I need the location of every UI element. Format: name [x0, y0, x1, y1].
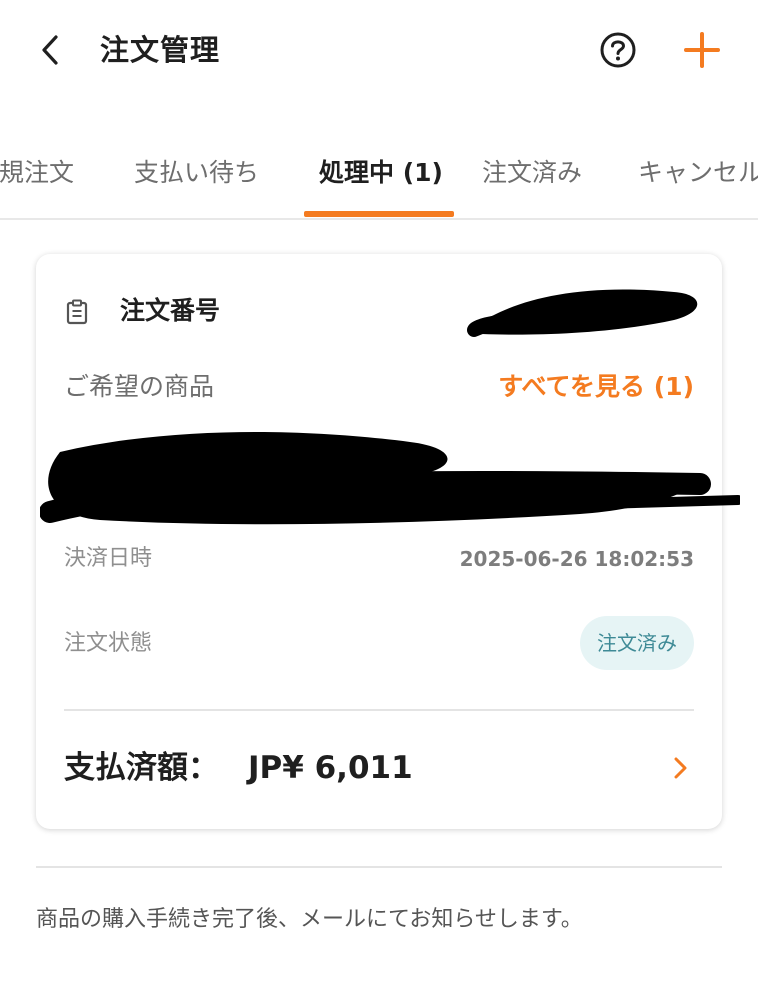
redacted-product-info — [40, 431, 740, 525]
document-icon — [66, 299, 88, 325]
tab-new-orders[interactable]: 新規注文 — [0, 156, 74, 190]
paid-amount-value: JP¥ 6,011 — [248, 750, 413, 786]
order-number-label: 注文番号 — [120, 296, 221, 325]
paid-amount-label: 支払済額： — [64, 750, 219, 786]
add-button[interactable] — [680, 28, 724, 72]
back-arrow-icon — [42, 35, 58, 65]
paid-amount-row[interactable]: 支払済額： JP¥ 6,011 — [36, 710, 722, 829]
plus-icon — [684, 32, 720, 68]
help-button[interactable] — [596, 28, 640, 72]
footer-note: 商品の購入手続き完了後、メールにてお知らせします。 — [36, 907, 583, 932]
tab-processing[interactable]: 処理中 (1) — [319, 156, 443, 190]
order-card[interactable]: 注文番号 ご希望の商品 すべてを見る (1) 決済日時 2025-06-26 1… — [36, 254, 740, 829]
active-tab-indicator — [304, 211, 454, 217]
tab-cancelled[interactable]: キャンセル — [638, 156, 758, 190]
section-divider — [36, 866, 722, 868]
order-status-label: 注文状態 — [64, 631, 153, 656]
see-all-link[interactable]: すべてを見る (1) — [498, 370, 694, 404]
status-badge: 注文済み — [580, 616, 694, 670]
payment-date-value: 2025-06-26 18:02:53 — [459, 547, 694, 571]
back-button[interactable] — [32, 28, 72, 72]
preferred-items-label: ご希望の商品 — [64, 372, 215, 401]
help-icon — [600, 32, 636, 68]
order-status-tabs: 新規注文 支払い待ち 処理中 (1) 注文済み キャンセル — [0, 140, 758, 220]
chevron-right-icon — [668, 752, 692, 784]
tab-ordered[interactable]: 注文済み — [482, 156, 582, 190]
payment-date-label: 決済日時 — [64, 546, 153, 571]
page-title: 注文管理 — [100, 33, 221, 67]
app-header: 注文管理 — [0, 0, 758, 100]
tab-awaiting-payment[interactable]: 支払い待ち — [134, 156, 259, 190]
redacted-order-number — [467, 289, 698, 337]
